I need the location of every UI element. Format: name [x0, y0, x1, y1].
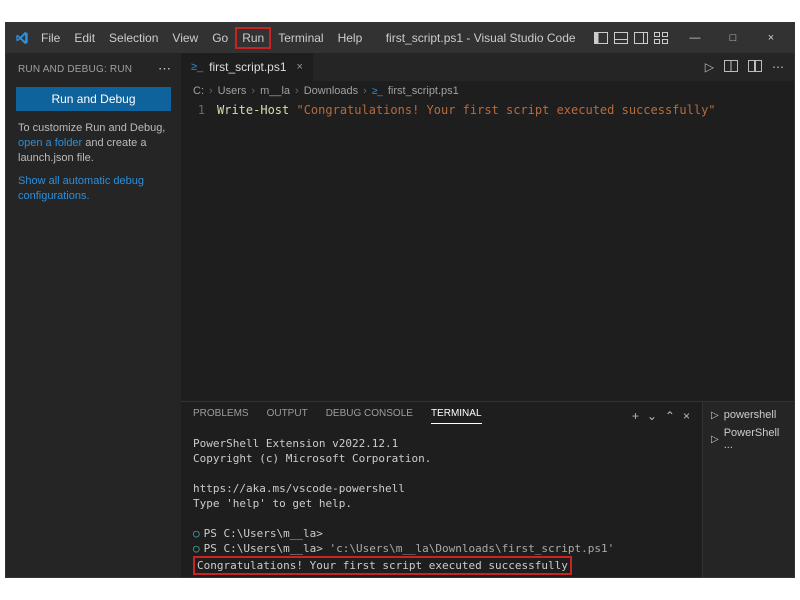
terminal-icon: ▷: [711, 434, 719, 445]
minimize-button[interactable]: —: [678, 26, 712, 50]
menu-terminal[interactable]: Terminal: [271, 27, 330, 49]
menu-help[interactable]: Help: [331, 27, 370, 49]
terminal-item-extension[interactable]: ▷PowerShell ...: [705, 424, 792, 454]
split-editor-icon[interactable]: [724, 60, 738, 74]
tab-first-script[interactable]: ≥_ first_script.ps1 ×: [181, 53, 313, 81]
code-editor[interactable]: 1 Write-Host "Congratulations! Your firs…: [181, 101, 794, 401]
sidebar-more-icon[interactable]: ⋯: [158, 61, 171, 77]
close-window-button[interactable]: ×: [754, 26, 788, 50]
powershell-file-icon: ≥_: [191, 61, 203, 73]
menu-view[interactable]: View: [165, 27, 205, 49]
run-file-icon[interactable]: ▷: [705, 60, 714, 74]
menu-run[interactable]: Run: [235, 27, 271, 49]
new-terminal-icon[interactable]: +: [632, 409, 639, 423]
open-folder-link[interactable]: open a folder: [18, 137, 82, 149]
menu-file[interactable]: File: [34, 27, 67, 49]
show-configs-link[interactable]: Show all automatic debug configurations.: [18, 175, 144, 202]
layout-left-icon[interactable]: [592, 29, 610, 47]
breadcrumb[interactable]: C:› Users› m__la› Downloads› ≥_ first_sc…: [181, 81, 794, 101]
run-and-debug-button[interactable]: Run and Debug: [16, 87, 171, 111]
run-debug-sidebar: RUN AND DEBUG: RUN ⋯ Run and Debug To cu…: [6, 53, 181, 577]
diff-icon[interactable]: [748, 60, 762, 74]
code-string: "Congratulations! Your first script exec…: [296, 103, 715, 117]
layout-grid-icon[interactable]: [652, 29, 670, 47]
tab-filename: first_script.ps1: [209, 60, 286, 74]
line-number: 1: [181, 103, 205, 117]
terminal-dropdown-icon[interactable]: ⌄: [647, 409, 657, 423]
code-cmdlet: Write-Host: [217, 103, 289, 117]
window-title: first_script.ps1 - Visual Studio Code: [369, 31, 592, 45]
editor-tabs: ≥_ first_script.ps1 × ▷ ⋯: [181, 53, 794, 81]
tab-close-icon[interactable]: ×: [297, 61, 303, 73]
sidebar-title: RUN AND DEBUG: RUN: [18, 64, 132, 75]
terminal-icon: ▷: [711, 410, 719, 421]
terminal[interactable]: PowerShell Extension v2022.12.1 Copyrigh…: [181, 430, 702, 577]
panel-tab-problems[interactable]: PROBLEMS: [193, 408, 249, 424]
panel-tab-output[interactable]: OUTPUT: [267, 408, 308, 424]
terminal-item-powershell[interactable]: ▷powershell: [705, 406, 792, 424]
window-controls: — □ ×: [678, 26, 794, 50]
terminal-list: ▷powershell ▷PowerShell ...: [702, 402, 794, 577]
maximize-panel-icon[interactable]: ⌃: [665, 409, 675, 423]
editor-more-icon[interactable]: ⋯: [772, 60, 784, 74]
close-panel-icon[interactable]: ×: [683, 409, 690, 423]
menu-edit[interactable]: Edit: [67, 27, 102, 49]
highlighted-output: Congratulations! Your first script execu…: [193, 556, 572, 575]
title-bar: File Edit Selection View Go Run Terminal…: [6, 23, 794, 53]
vscode-window: File Edit Selection View Go Run Terminal…: [5, 22, 795, 578]
customize-text: To customize Run and Debug, open a folde…: [6, 121, 181, 166]
menu-selection[interactable]: Selection: [102, 27, 165, 49]
vscode-logo-icon: [10, 31, 34, 45]
powershell-file-icon: ≥_: [372, 86, 383, 97]
menu-bar: File Edit Selection View Go Run Terminal…: [34, 27, 369, 49]
layout-controls: [592, 29, 678, 47]
layout-right-icon[interactable]: [632, 29, 650, 47]
maximize-button[interactable]: □: [716, 26, 750, 50]
panel-tab-debug[interactable]: DEBUG CONSOLE: [326, 408, 413, 424]
bottom-panel: PROBLEMS OUTPUT DEBUG CONSOLE TERMINAL +…: [181, 401, 794, 577]
layout-bottom-icon[interactable]: [612, 29, 630, 47]
panel-tab-terminal[interactable]: TERMINAL: [431, 408, 482, 424]
menu-go[interactable]: Go: [205, 27, 235, 49]
